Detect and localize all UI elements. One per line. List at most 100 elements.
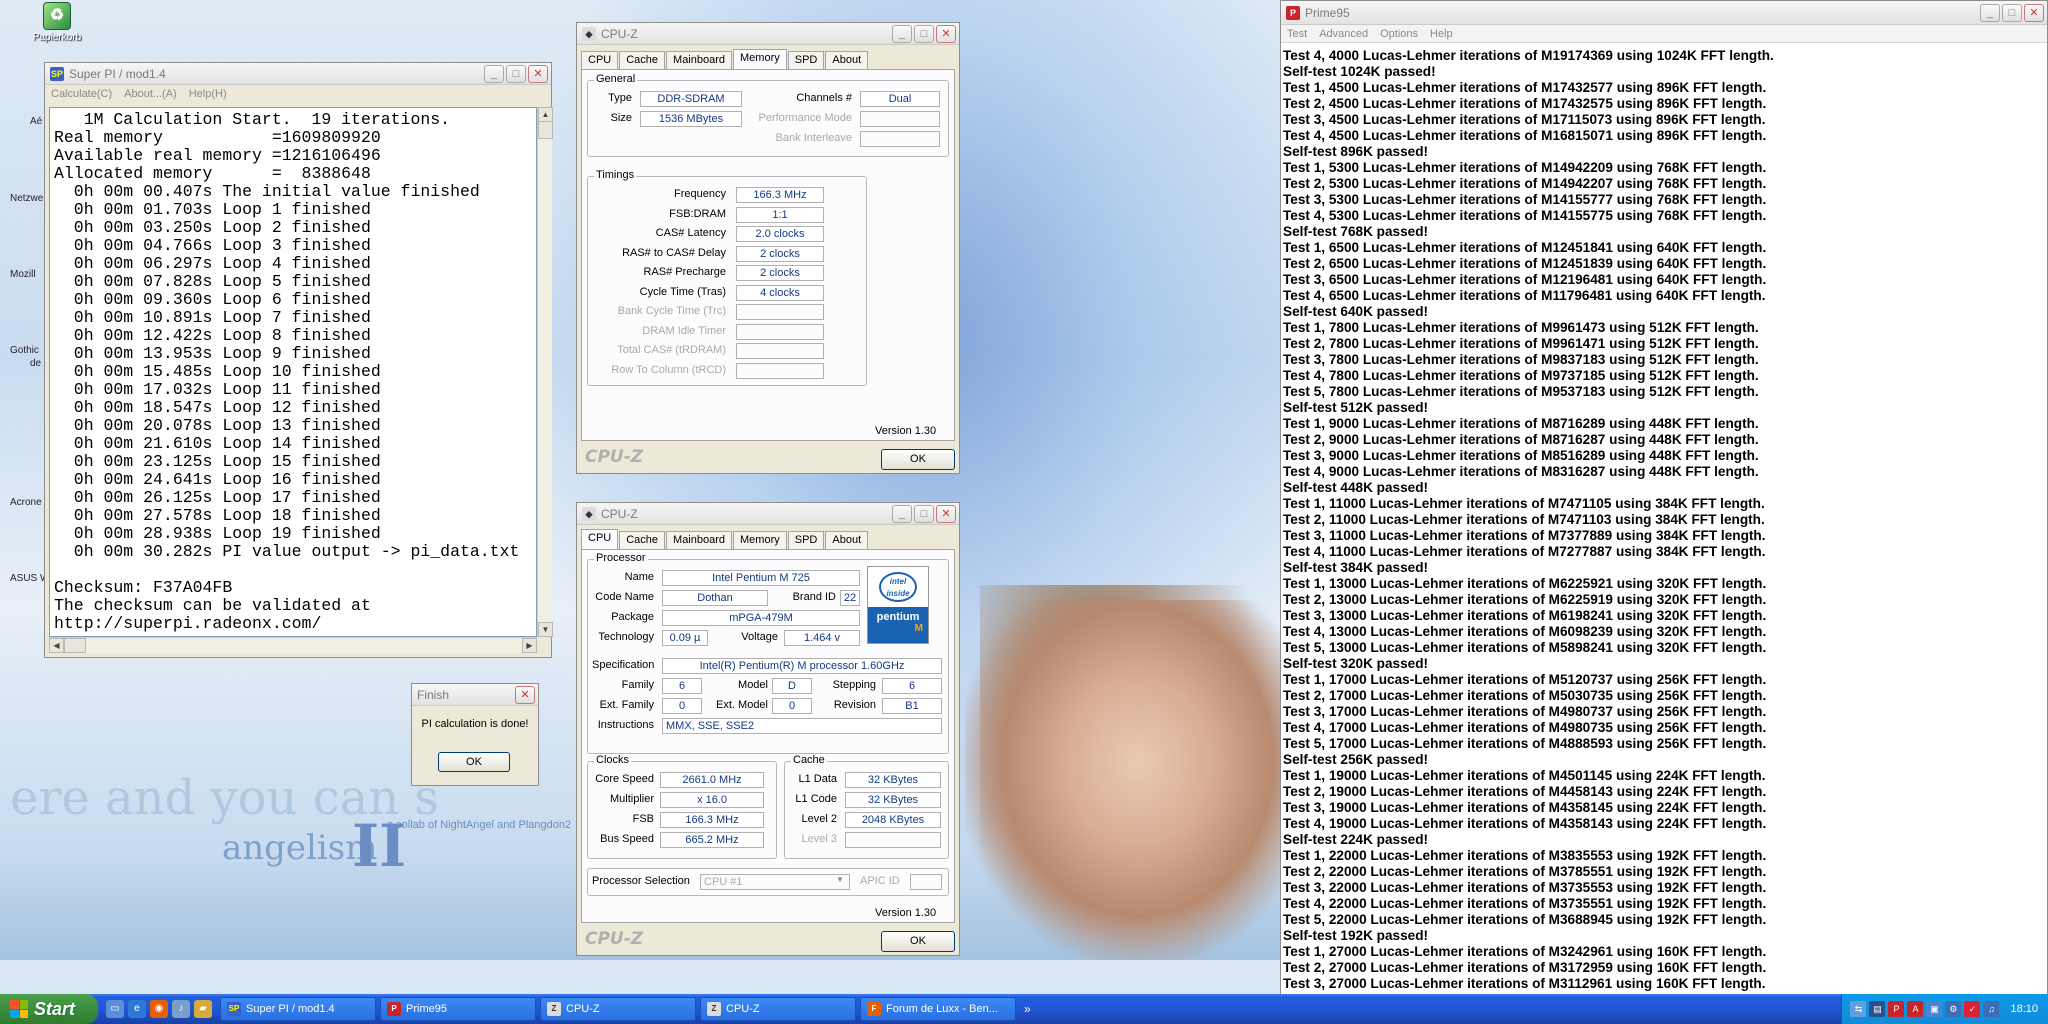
timing-value: 2.0 clocks [736,226,824,242]
media-icon[interactable]: ♪ [172,1000,190,1018]
scroll-thumb[interactable] [64,638,86,653]
ext-model-label: Ext. Model [716,699,768,711]
log-line: Test 5, 17000 Lucas-Lehmer iterations of… [1283,736,1767,751]
tab-mainboard[interactable]: Mainboard [666,51,733,69]
menu-help[interactable]: Help [1430,28,1453,40]
scroll-left-arrow-icon[interactable]: ◀ [49,638,64,653]
firefox-icon: F [867,1002,881,1016]
scroll-right-arrow-icon[interactable]: ▶ [522,638,537,653]
desktop-icon-label[interactable]: Mozill [10,269,36,280]
menu-advanced[interactable]: Advanced [1319,28,1368,40]
minimize-button[interactable]: _ [892,24,912,43]
package-value: mPGA-479M [662,610,860,626]
log-line: Test 1, 19000 Lucas-Lehmer iterations of… [1283,768,1766,783]
timing-label: RAS# Precharge [643,266,726,278]
tab-spd[interactable]: SPD [787,531,825,549]
finish-titlebar[interactable]: Finish ✕ [412,684,538,706]
timing-label: CAS# Latency [655,227,726,239]
start-button[interactable]: Start [0,994,98,1024]
horizontal-scrollbar[interactable]: ◀ ▶ [49,637,537,653]
close-button[interactable]: ✕ [515,685,535,704]
chevron-down-icon[interactable]: ▼ [836,875,844,884]
menu-test[interactable]: Test [1287,28,1307,40]
close-button[interactable]: ✕ [936,504,956,523]
close-button[interactable]: ✕ [528,64,548,83]
console-line: 0h 00m 23.125s Loop 15 finished [54,452,381,471]
superpi-titlebar[interactable]: SP Super PI / mod1.4 _ □ ✕ [45,63,551,85]
maximize-button[interactable]: □ [914,504,934,523]
cpuz-titlebar[interactable]: ◆ CPU-Z _ □ ✕ [577,503,959,525]
menu-calculate[interactable]: Calculate(C) [51,88,112,100]
desktop-icon-label[interactable]: de [30,358,41,369]
pentium-wordmark: pentium [876,611,920,623]
menu-help[interactable]: Help(H) [189,88,227,100]
desktop-icon-recycle-bin[interactable]: ♻ Papierkorb [22,2,92,43]
cpuz-titlebar[interactable]: ◆ CPU-Z _ □ ✕ [577,23,959,45]
desktop-icon-label[interactable]: Acrone [10,497,42,508]
desktop-icon-label[interactable]: Aé [30,116,42,127]
tab-cpu[interactable]: CPU [581,51,619,69]
clock[interactable]: 18:10 [2010,1001,2038,1017]
tab-memory[interactable]: Memory [733,531,787,549]
tab-memory[interactable]: Memory [733,49,787,69]
taskbar-item-prime95[interactable]: P Prime95 [380,997,536,1021]
taskbar-item-cpuz[interactable]: Z CPU-Z [700,997,856,1021]
console-line: http://superpi.radeonx.com/ [54,614,322,633]
ok-button[interactable]: OK [438,752,510,772]
menu-options[interactable]: Options [1380,28,1418,40]
tab-about[interactable]: About [825,51,869,69]
tray-monitor-icon[interactable]: ▣ [1926,1001,1943,1017]
core-speed-value: 2661.0 MHz [660,772,764,788]
taskbar-item-cpuz[interactable]: Z CPU-Z [540,997,696,1021]
scroll-up-arrow-icon[interactable]: ▲ [538,107,553,122]
scroll-down-arrow-icon[interactable]: ▼ [538,622,553,637]
console-line: 0h 00m 01.703s Loop 1 finished [54,200,371,219]
prime95-titlebar[interactable]: P Prime95 _ □ ✕ [1281,1,2047,25]
vertical-scrollbar[interactable]: ▲ ▼ [537,107,553,637]
maximize-button[interactable]: □ [506,64,526,83]
console-line: The checksum can be validated at [54,596,371,615]
tray-settings-icon[interactable]: ⚙ [1945,1001,1962,1017]
ati-icon[interactable]: A [1907,1001,1924,1017]
tab-about[interactable]: About [825,531,869,549]
tray-security-icon[interactable]: ✓ [1964,1001,1981,1017]
prime95-log[interactable]: Test 4, 4000 Lucas-Lehmer iterations of … [1281,47,2047,1024]
log-line: Test 4, 7800 Lucas-Lehmer iterations of … [1283,368,1759,383]
minimize-button[interactable]: _ [1980,3,2000,22]
close-button[interactable]: ✕ [2024,3,2044,22]
tab-cache[interactable]: Cache [619,531,666,549]
scroll-thumb[interactable] [538,121,553,139]
tab-spd[interactable]: SPD [787,51,825,69]
firefox-icon[interactable]: ◉ [150,1000,168,1018]
prime95-tray-icon[interactable]: P [1888,1001,1905,1017]
version-label: Version 1.30 [875,907,937,919]
show-desktop-icon[interactable]: ▭ [106,1000,124,1018]
log-line: Test 1, 9000 Lucas-Lehmer iterations of … [1283,416,1759,431]
desktop-icon-label[interactable]: Netzwe [10,193,43,204]
tab-cpu[interactable]: CPU [581,529,619,549]
processor-selection-dropdown[interactable]: CPU #1 [700,874,850,890]
minimize-button[interactable]: _ [892,504,912,523]
processor-selection-group: Processor Selection CPU #1 ▼ APIC ID [587,868,949,896]
console-line: 0h 00m 17.032s Loop 11 finished [54,380,381,399]
maximize-button[interactable]: □ [914,24,934,43]
volume-icon[interactable]: ♫ [1983,1001,2000,1017]
tab-cache[interactable]: Cache [619,51,666,69]
internet-explorer-icon[interactable]: e [128,1000,146,1018]
folder-icon[interactable]: ▰ [194,1000,212,1018]
maximize-button[interactable]: □ [2002,3,2022,22]
minimize-button[interactable]: _ [484,64,504,83]
tray-app-icon[interactable]: ▤ [1869,1001,1886,1017]
network-icon[interactable]: ⇆ [1850,1001,1867,1017]
taskbar-item-superpi[interactable]: SP Super PI / mod1.4 [220,997,376,1021]
taskbar-overflow-button[interactable]: » [1024,1002,1031,1016]
tab-mainboard[interactable]: Mainboard [666,531,733,549]
ok-button[interactable]: OK [881,931,955,952]
superpi-output[interactable]: 1M Calculation Start. 19 iterations. Real… [49,107,537,637]
taskbar-item-firefox[interactable]: F Forum de Luxx - Ben... [860,997,1016,1021]
desktop-icon-label[interactable]: Gothic [10,345,39,356]
close-button[interactable]: ✕ [936,24,956,43]
ext-family-value: 0 [662,698,702,714]
menu-about[interactable]: About...(A) [124,88,177,100]
ok-button[interactable]: OK [881,449,955,470]
